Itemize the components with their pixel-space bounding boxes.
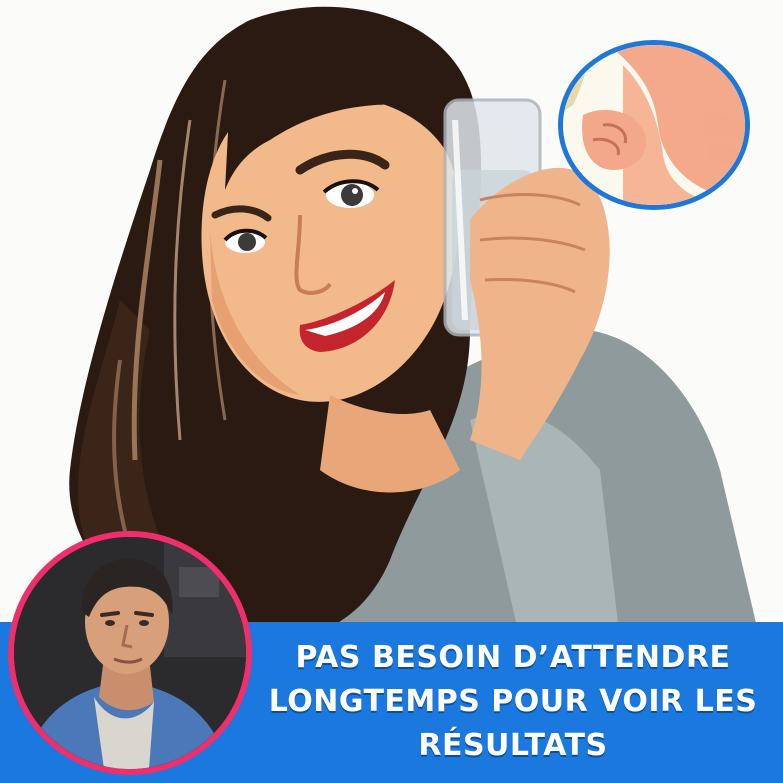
belly-pinch-illustration — [563, 45, 745, 205]
belly-fat-inset — [558, 40, 750, 210]
ad-image: PAS BESOIN D’ATTENDRE LONGTEMPS POUR VOI… — [0, 0, 783, 783]
man-portrait-inset — [8, 531, 252, 775]
man-portrait-illustration — [14, 537, 246, 769]
caption-text: PAS BESOIN D’ATTENDRE LONGTEMPS POUR VOI… — [268, 640, 758, 763]
